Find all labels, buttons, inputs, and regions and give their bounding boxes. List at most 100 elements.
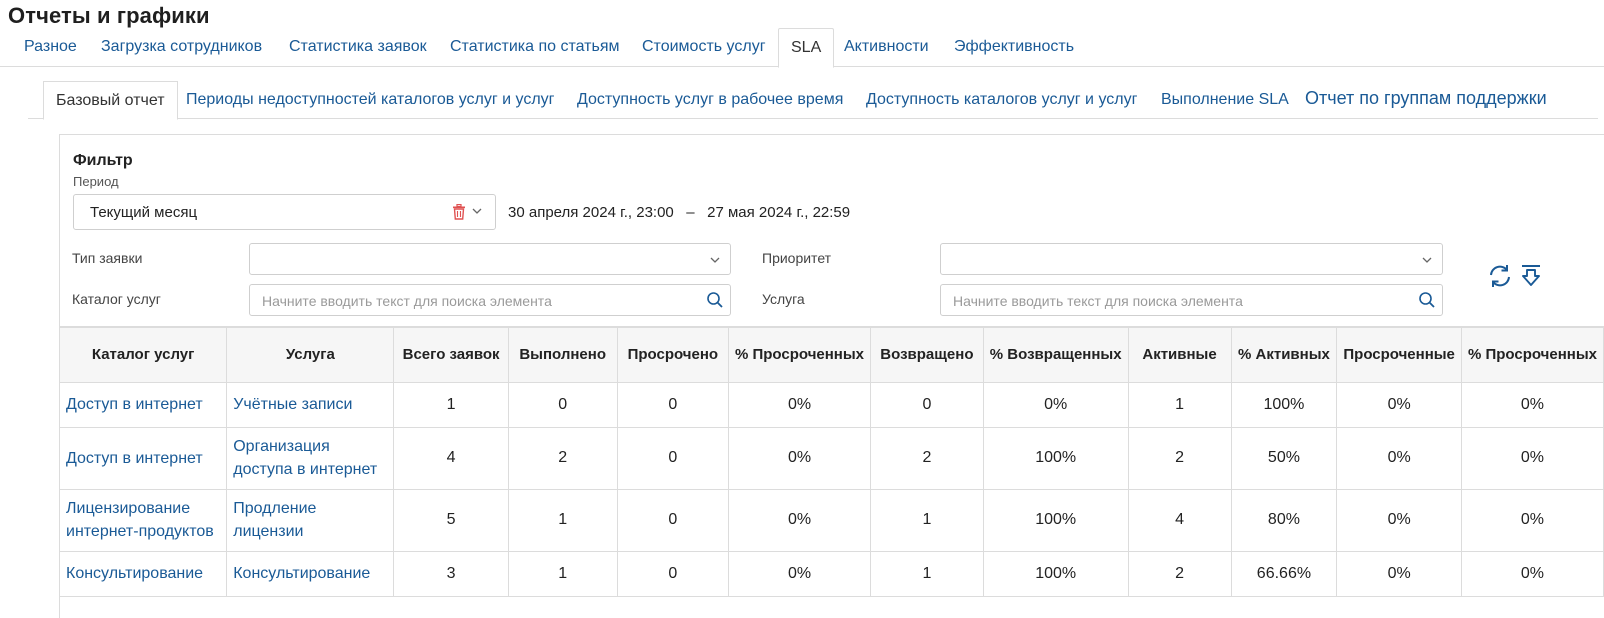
- table-cell: 0%: [1460, 426, 1604, 490]
- period-select[interactable]: Текущий месяц: [73, 194, 496, 230]
- tab-sla[interactable]: SLA: [778, 28, 835, 68]
- table-cell: 0%: [727, 488, 872, 552]
- sla-sub-tabs: Базовый отчет Периоды недоступностей кат…: [28, 81, 1598, 120]
- table-cell: 50%: [1230, 426, 1338, 490]
- table-cell: 0%: [1460, 381, 1604, 428]
- column-header[interactable]: Всего заявок: [393, 326, 509, 383]
- table-cell: 100%: [982, 550, 1129, 597]
- table-cell: 0%: [727, 426, 872, 490]
- search-icon[interactable]: [706, 291, 724, 309]
- table-cell: 0%: [1336, 550, 1462, 597]
- table-cell: 2: [1127, 426, 1232, 490]
- table-cell: 3: [393, 550, 509, 597]
- service-link[interactable]: Организация доступа в интернет: [226, 426, 395, 490]
- table-cell: 1: [393, 381, 509, 428]
- column-header[interactable]: Возвращено: [870, 326, 984, 383]
- period-value: Текущий месяц: [90, 204, 198, 221]
- table-cell: 0%: [1460, 550, 1604, 597]
- column-header[interactable]: % Возвращенных: [982, 326, 1129, 383]
- service-label: Услуга: [762, 291, 805, 307]
- table-cell: 0%: [1336, 381, 1462, 428]
- priority-label: Приоритет: [762, 250, 832, 266]
- table-cell: 100%: [1230, 381, 1338, 428]
- table-cell: 0: [507, 381, 618, 428]
- date-range: 30 апреля 2024 г., 23:00 – 27 мая 2024 г…: [508, 204, 851, 221]
- column-header[interactable]: Просрочено: [616, 326, 729, 383]
- catalog-link[interactable]: Доступ в интернет: [58, 381, 228, 428]
- table-cell: 66.66%: [1230, 550, 1338, 597]
- subtab-unavailability-periods[interactable]: Периоды недоступностей каталогов услуг и…: [174, 81, 567, 119]
- page-title: Отчеты и графики: [8, 3, 210, 28]
- table-cell: 1: [507, 488, 618, 552]
- column-header[interactable]: % Активных: [1230, 326, 1338, 383]
- priority-select[interactable]: [940, 243, 1443, 275]
- subtab-catalog-availability[interactable]: Доступность каталогов услуг и услуг: [854, 81, 1149, 119]
- table-cell: 0%: [727, 550, 872, 597]
- tab-efficiency[interactable]: Эффективность: [942, 28, 1086, 67]
- table-cell: 4: [1127, 488, 1232, 552]
- column-header[interactable]: Активные: [1127, 326, 1232, 383]
- tab-staff-load[interactable]: Загрузка сотрудников: [89, 28, 274, 67]
- request-type-label: Тип заявки: [72, 250, 143, 266]
- table-cell: 80%: [1230, 488, 1338, 552]
- column-header[interactable]: Просроченные: [1336, 326, 1462, 383]
- table-cell: 0%: [982, 381, 1129, 428]
- table-cell: 2: [1127, 550, 1232, 597]
- sla-report-table: Каталог услуг Услуга Всего заявок Выполн…: [58, 326, 1604, 597]
- table-row: Лицензирование интернет-продуктов Продле…: [58, 488, 1604, 552]
- trash-icon[interactable]: [452, 204, 466, 220]
- table-cell: 0: [616, 488, 729, 552]
- table-cell: 0: [616, 426, 729, 490]
- table-cell: 0%: [1336, 488, 1462, 552]
- refresh-icon[interactable]: [1487, 263, 1513, 289]
- catalog-label: Каталог услуг: [72, 291, 161, 307]
- subtab-sla-fulfillment[interactable]: Выполнение SLA: [1149, 81, 1301, 119]
- service-link[interactable]: Продление лицензии: [226, 488, 395, 552]
- main-tabs: Разное Загрузка сотрудников Статистика з…: [0, 28, 1604, 68]
- chevron-down-icon: [710, 257, 720, 263]
- column-header[interactable]: Каталог услуг: [58, 326, 228, 383]
- service-placeholder: Начните вводить текст для поиска элемент…: [953, 293, 1243, 309]
- column-header[interactable]: % Просроченных: [727, 326, 872, 383]
- catalog-link[interactable]: Доступ в интернет: [58, 426, 228, 490]
- table-cell: 100%: [982, 488, 1129, 552]
- tab-misc[interactable]: Разное: [12, 28, 89, 67]
- subtab-support-groups-report[interactable]: Отчет по группам поддержки: [1293, 81, 1559, 119]
- chevron-down-icon: [1422, 257, 1432, 263]
- column-header[interactable]: % Просроченных: [1460, 326, 1604, 383]
- table-cell: 2: [870, 426, 984, 490]
- table-cell: 2: [507, 426, 618, 490]
- tab-activities[interactable]: Активности: [832, 28, 941, 67]
- table-cell: 0: [870, 381, 984, 428]
- table-row: Доступ в интернет Организация доступа в …: [58, 426, 1604, 490]
- table-cell: 1: [870, 550, 984, 597]
- tab-request-stats[interactable]: Статистика заявок: [277, 28, 439, 67]
- table-cell: 0%: [727, 381, 872, 428]
- service-search-input[interactable]: Начните вводить текст для поиска элемент…: [940, 284, 1443, 316]
- chevron-down-icon[interactable]: [472, 207, 482, 215]
- column-header[interactable]: Выполнено: [507, 326, 618, 383]
- table-cell: 5: [393, 488, 509, 552]
- tab-service-cost[interactable]: Стоимость услуг: [630, 28, 778, 67]
- table-header-row: Каталог услуг Услуга Всего заявок Выполн…: [58, 326, 1604, 383]
- table-cell: 1: [1127, 381, 1232, 428]
- download-icon[interactable]: [1518, 263, 1544, 289]
- table-cell: 0: [616, 550, 729, 597]
- catalog-search-input[interactable]: Начните вводить текст для поиска элемент…: [249, 284, 731, 316]
- column-header[interactable]: Услуга: [226, 326, 395, 383]
- table-row: Консультирование Консультирование 3 1 0 …: [58, 550, 1604, 597]
- request-type-select[interactable]: [249, 243, 731, 275]
- service-link[interactable]: Учётные записи: [226, 381, 395, 428]
- tab-article-stats[interactable]: Статистика по статьям: [438, 28, 632, 67]
- catalog-link[interactable]: Консультирование: [58, 550, 228, 597]
- search-icon[interactable]: [1418, 291, 1436, 309]
- subtab-service-availability-worktime[interactable]: Доступность услуг в рабочее время: [565, 81, 855, 119]
- catalog-link[interactable]: Лицензирование интернет-продуктов: [58, 488, 228, 552]
- catalog-placeholder: Начните вводить текст для поиска элемент…: [262, 293, 552, 309]
- table-cell: 4: [393, 426, 509, 490]
- table-cell: 100%: [982, 426, 1129, 490]
- subtab-basic-report[interactable]: Базовый отчет: [43, 81, 178, 120]
- service-link[interactable]: Консультирование: [226, 550, 395, 597]
- table-cell: 1: [507, 550, 618, 597]
- table-row: Доступ в интернет Учётные записи 1 0 0 0…: [58, 381, 1604, 428]
